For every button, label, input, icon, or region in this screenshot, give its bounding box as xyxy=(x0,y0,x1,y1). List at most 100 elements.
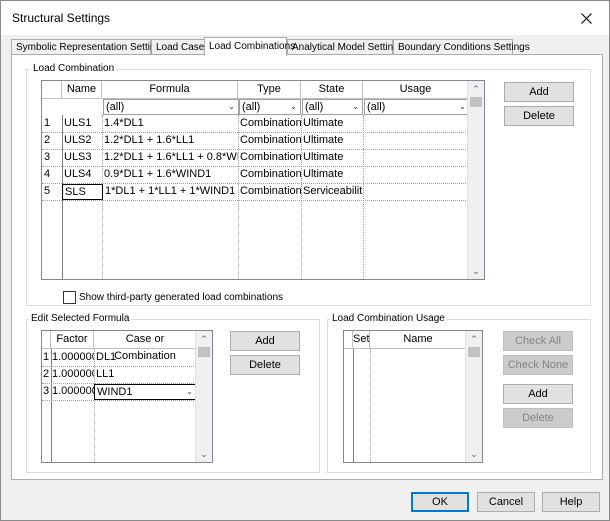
vertical-scrollbar[interactable]: ⌃ ⌄ xyxy=(465,331,482,462)
formula-filter-dropdown[interactable]: (all) ⌄ xyxy=(103,99,239,115)
tab-load-combinations[interactable]: Load Combinations xyxy=(204,37,295,56)
name-cell[interactable]: ULS2 xyxy=(62,133,102,149)
type-cell[interactable]: Combination xyxy=(238,167,301,183)
name-cell[interactable]: ULS3 xyxy=(62,150,102,166)
column-header-name[interactable]: Name xyxy=(62,81,102,99)
row-number: 5 xyxy=(44,185,51,197)
state-cell[interactable]: Ultimate xyxy=(301,133,363,149)
usage-cell[interactable] xyxy=(363,184,469,200)
add-usage-button[interactable]: Add xyxy=(503,384,573,404)
usage-grid[interactable]: Set Name ⌃ ⌄ xyxy=(343,330,483,463)
formula-cell[interactable]: 1.4*DL1 xyxy=(102,116,238,132)
formula-filter-value: (all) xyxy=(106,101,125,113)
row-number: 1 xyxy=(44,117,51,129)
table-row[interactable]: 4 ULS4 0.9*DL1 + 1.6*WIND1 Combination U… xyxy=(42,167,484,183)
table-row[interactable]: 3 1.000000 WIND1 ⌄ xyxy=(42,384,212,400)
formula-cell[interactable]: 0.9*DL1 + 1.6*WIND1 xyxy=(102,167,238,183)
formula-cell[interactable]: 1*DL1 + 1*LL1 + 1*WIND1 xyxy=(103,184,238,200)
delete-formula-item-button[interactable]: Delete xyxy=(230,355,300,375)
vertical-scrollbar[interactable]: ⌃ ⌄ xyxy=(467,81,484,279)
column-header-factor[interactable]: Factor xyxy=(51,331,94,349)
ok-button[interactable]: OK xyxy=(411,492,469,512)
grid-line xyxy=(370,349,371,462)
formula-grid[interactable]: Factor Case or Combination 1 1.000000 DL… xyxy=(41,330,213,463)
formula-cell[interactable]: 1.2*DL1 + 1.6*LL1 + 0.8*WIN xyxy=(102,150,238,166)
factor-cell[interactable]: 1.000000 xyxy=(51,384,94,400)
column-header-case-or-combination[interactable]: Case or Combination xyxy=(94,331,197,362)
row-number: 4 xyxy=(44,168,51,180)
usage-cell[interactable] xyxy=(363,167,469,183)
usage-cell[interactable] xyxy=(363,116,469,132)
name-cell[interactable]: SLS xyxy=(62,184,103,200)
case-dropdown[interactable]: WIND1 ⌄ xyxy=(94,384,197,400)
tab-load-cases[interactable]: Load Cases xyxy=(151,39,209,55)
table-row[interactable]: 3 ULS3 1.2*DL1 + 1.6*LL1 + 0.8*WIN Combi… xyxy=(42,150,484,166)
state-cell[interactable]: Ultimate xyxy=(301,116,363,132)
show-third-party-checkbox[interactable] xyxy=(63,291,76,304)
scroll-down-icon[interactable]: ⌄ xyxy=(466,446,482,462)
tab-symbolic-representation[interactable]: Symbolic Representation Settings xyxy=(11,39,166,55)
usage-cell[interactable] xyxy=(363,133,469,149)
case-cell[interactable]: DL1 xyxy=(94,350,197,366)
edit-selected-formula-label: Edit Selected Formula xyxy=(29,313,132,324)
scroll-up-icon[interactable]: ⌃ xyxy=(466,331,482,347)
add-formula-item-button[interactable]: Add xyxy=(230,331,300,351)
state-filter-dropdown[interactable]: (all) ⌄ xyxy=(302,99,363,115)
state-cell[interactable]: Ultimate xyxy=(301,167,363,183)
tab-boundary-conditions-settings[interactable]: Boundary Conditions Settings xyxy=(393,39,530,55)
usage-cell[interactable] xyxy=(363,150,469,166)
type-cell[interactable]: Combination xyxy=(238,150,301,166)
usage-filter-dropdown[interactable]: (all) ⌄ xyxy=(364,99,470,115)
table-row[interactable]: 2 ULS2 1.2*DL1 + 1.6*LL1 Combination Ult… xyxy=(42,133,484,149)
state-cell[interactable]: Serviceabilit xyxy=(301,184,363,200)
scroll-up-icon[interactable]: ⌃ xyxy=(468,81,484,97)
tab-analytical-model-settings[interactable]: Analytical Model Settings xyxy=(287,39,404,55)
grid-line xyxy=(42,400,212,401)
row-number: 1 xyxy=(43,351,50,363)
column-header-state[interactable]: State xyxy=(301,81,363,99)
structural-settings-dialog: Structural Settings Symbolic Representat… xyxy=(0,0,610,521)
add-load-combination-button[interactable]: Add xyxy=(504,82,574,102)
close-button[interactable] xyxy=(563,1,609,35)
load-combination-grid[interactable]: Name Formula Type State Usage (all) ⌄ (a… xyxy=(41,80,485,280)
delete-load-combination-button[interactable]: Delete xyxy=(504,106,574,126)
column-header-name[interactable]: Name xyxy=(370,331,467,349)
table-row[interactable]: 2 1.000000 LL1 xyxy=(42,367,212,383)
show-third-party-label[interactable]: Show third-party generated load combinat… xyxy=(79,292,283,303)
factor-cell[interactable]: 1.000000 xyxy=(51,367,94,383)
check-all-button[interactable]: Check All xyxy=(503,331,573,351)
table-row[interactable]: 1 ULS1 1.4*DL1 Combination Ultimate xyxy=(42,116,484,132)
case-cell[interactable]: LL1 xyxy=(94,367,197,383)
scroll-thumb[interactable] xyxy=(468,347,480,357)
factor-cell[interactable]: 1.000000 xyxy=(51,350,94,366)
table-row[interactable]: 5 SLS 1*DL1 + 1*LL1 + 1*WIND1 Combinatio… xyxy=(42,184,484,200)
column-header-usage[interactable]: Usage xyxy=(363,81,469,99)
delete-usage-button[interactable]: Delete xyxy=(503,408,573,428)
column-header-type[interactable]: Type xyxy=(238,81,301,99)
load-combination-group-label: Load Combination xyxy=(31,63,117,74)
scroll-thumb[interactable] xyxy=(198,347,210,357)
check-none-button[interactable]: Check None xyxy=(503,355,573,375)
state-cell[interactable]: Ultimate xyxy=(301,150,363,166)
scroll-up-icon[interactable]: ⌃ xyxy=(196,331,212,347)
name-cell[interactable]: ULS1 xyxy=(62,116,102,132)
scroll-down-icon[interactable]: ⌄ xyxy=(196,446,212,462)
title-bar: Structural Settings xyxy=(1,1,609,35)
chevron-down-icon: ⌄ xyxy=(352,102,359,111)
vertical-scrollbar[interactable]: ⌃ ⌄ xyxy=(195,331,212,462)
type-cell[interactable]: Combination xyxy=(238,133,301,149)
row-number: 2 xyxy=(44,134,51,146)
close-icon xyxy=(580,12,592,24)
type-cell[interactable]: Combination xyxy=(238,184,301,200)
formula-cell[interactable]: 1.2*DL1 + 1.6*LL1 xyxy=(102,133,238,149)
help-button[interactable]: Help xyxy=(542,492,600,512)
scroll-down-icon[interactable]: ⌄ xyxy=(468,263,484,279)
name-cell[interactable]: ULS4 xyxy=(62,167,102,183)
type-cell[interactable]: Combination xyxy=(238,116,301,132)
type-filter-dropdown[interactable]: (all) ⌄ xyxy=(239,99,301,115)
column-header-formula[interactable]: Formula xyxy=(102,81,238,99)
cancel-button[interactable]: Cancel xyxy=(477,492,535,512)
column-header-set[interactable]: Set xyxy=(353,331,370,349)
table-row[interactable]: 1 1.000000 DL1 xyxy=(42,350,212,366)
scroll-thumb[interactable] xyxy=(470,97,482,107)
